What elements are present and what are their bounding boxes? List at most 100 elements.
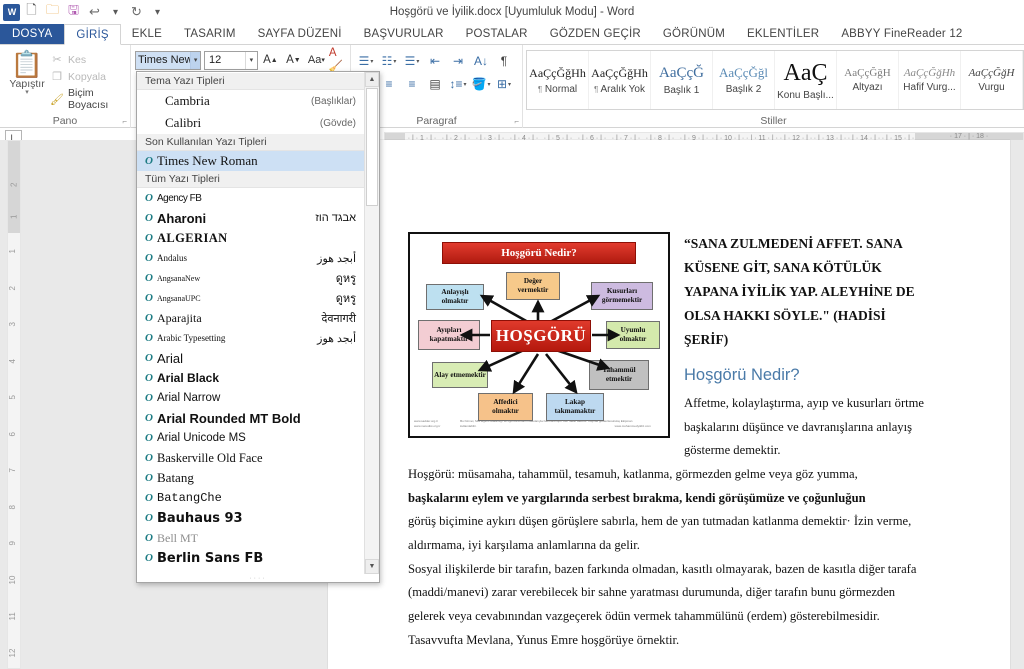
copy-button[interactable]: ❐ Kopyala: [50, 70, 130, 84]
tab-ekle[interactable]: EKLE: [121, 24, 173, 44]
justify-icon[interactable]: ▤: [424, 74, 446, 94]
clear-formatting-button[interactable]: A🧹: [329, 47, 350, 73]
tab-basvurular[interactable]: BAŞVURULAR: [353, 24, 455, 44]
undo-dropdown-icon[interactable]: ▾: [106, 3, 125, 22]
format-painter-label: Biçim Boyacısı: [68, 87, 109, 111]
opentype-icon: O: [145, 372, 153, 384]
numbering-icon[interactable]: ☷ ▾: [378, 51, 400, 71]
new-document-icon[interactable]: 🗋: [22, 2, 41, 22]
style-preview: AaÇçĞğl: [718, 65, 769, 80]
style-label: ¶ Normal: [538, 84, 577, 95]
style-baslik-1[interactable]: AaÇçĞ Başlık 1: [651, 51, 713, 109]
style-normal[interactable]: AaÇçĞğHh ¶ Normal: [527, 51, 589, 109]
scroll-down-icon[interactable]: ▼: [365, 559, 379, 574]
format-painter-button[interactable]: 🖌 Biçim Boyacısı: [50, 87, 130, 111]
font-item-arial-unicode-ms[interactable]: O Arial Unicode MS: [137, 428, 364, 448]
show-formatting-marks-icon[interactable]: ¶: [493, 51, 515, 71]
borders-icon[interactable]: ⊞ ▾: [493, 74, 515, 94]
style-preview: AaÇ: [783, 59, 828, 86]
font-list[interactable]: Tema Yazı Tipleri Cambria (Başlıklar) Calib…: [137, 72, 364, 574]
align-right-icon[interactable]: ≡: [401, 74, 423, 94]
redo-icon[interactable]: ↻: [127, 3, 146, 22]
scrollbar-thumb[interactable]: [366, 88, 378, 206]
font-list-scrollbar[interactable]: ▲ ▼: [364, 72, 379, 574]
vertical-ruler[interactable]: 211234567891011123: [7, 140, 21, 669]
resize-grip-icon[interactable]: ····: [137, 574, 379, 582]
font-item-bauhaus-93[interactable]: O Bauhaus 93: [137, 508, 364, 528]
font-item-berlin-sans-fb[interactable]: O Berlin Sans FB: [137, 548, 364, 568]
font-item-sample: देवनागरी: [321, 312, 356, 325]
tab-gozden-gecir[interactable]: GÖZDEN GEÇİR: [539, 24, 652, 44]
align-center-icon[interactable]: ≡: [378, 74, 400, 94]
tab-eklentiler[interactable]: EKLENTİLER: [736, 24, 830, 44]
font-item-arial-rounded-mt-bold[interactable]: O Arial Rounded MT Bold: [137, 408, 364, 428]
decrease-indent-icon[interactable]: ⇤: [424, 51, 446, 71]
change-case-button[interactable]: Aa ▾: [306, 50, 327, 70]
document-page[interactable]: Hoşgörü Nedir? HOŞGÖRÜ Değer vermektir A…: [328, 140, 1010, 669]
tab-sayfa-duzeni[interactable]: SAYFA DÜZENİ: [247, 24, 353, 44]
font-item-andalus[interactable]: O Andalus أبجد هوز: [137, 248, 364, 268]
font-item-angsanaupc[interactable]: O AngsanaUPC ดูหรู: [137, 288, 364, 308]
font-item-arabic-typesetting[interactable]: O Arabic Typesetting أبجد هوز: [137, 328, 364, 348]
undo-icon[interactable]: ↩: [85, 3, 104, 22]
clipboard-dialog-launcher-icon[interactable]: ⌐: [122, 117, 127, 126]
document-body[interactable]: Hoşgörü Nedir? HOŞGÖRÜ Değer vermektir A…: [408, 232, 932, 669]
font-item-theme-0[interactable]: Cambria (Başlıklar): [137, 90, 364, 112]
style-altyazi[interactable]: AaÇçĞğH Altyazı: [837, 51, 899, 109]
style-aralik-yok[interactable]: AaÇçĞğHh ¶ Aralık Yok: [589, 51, 651, 109]
tab-tasarim[interactable]: TASARIM: [173, 24, 247, 44]
style-vurgu[interactable]: AaÇçĞğH Vurgu: [961, 51, 1023, 109]
diagram-image-container[interactable]: Hoşgörü Nedir? HOŞGÖRÜ Değer vermektir A…: [408, 232, 670, 438]
line-spacing-icon[interactable]: ↕≡ ▾: [447, 74, 469, 94]
bullets-icon[interactable]: ☰ ▾: [355, 51, 377, 71]
font-name-dropdown-list[interactable]: Tema Yazı Tipleri Cambria (Başlıklar) Calib…: [136, 71, 380, 583]
font-item-algerian[interactable]: O ALGERIAN: [137, 228, 364, 248]
font-item-baskerville-old-face[interactable]: O Baskerville Old Face: [137, 448, 364, 468]
multilevel-list-icon[interactable]: ☰ ▾: [401, 51, 423, 71]
style-name: Başlık 1: [663, 84, 700, 96]
scroll-up-icon[interactable]: ▲: [365, 72, 379, 87]
font-dropdown-scroll-area: Tema Yazı Tipleri Cambria (Başlıklar) Calib…: [137, 72, 379, 574]
sort-icon[interactable]: A↓: [470, 51, 492, 71]
font-item-bell-mt[interactable]: O Bell MT: [137, 528, 364, 548]
font-name-combobox[interactable]: Times New R ▾: [134, 50, 201, 70]
shrink-font-button[interactable]: A ▼: [283, 50, 304, 70]
grow-font-button[interactable]: A ▲: [260, 50, 281, 70]
tab-dosya[interactable]: DOSYA: [0, 24, 65, 44]
font-item-angsananew[interactable]: O AngsanaNew ดูหรู: [137, 268, 364, 288]
font-size-value: 12: [208, 54, 222, 66]
font-item-arial-black[interactable]: O Arial Black: [137, 368, 364, 388]
font-item-theme-1[interactable]: Calibri (Gövde): [137, 112, 364, 134]
font-item-batangche[interactable]: O BatangChe: [137, 488, 364, 508]
style-konu-basligi[interactable]: AaÇ Konu Başlı...: [775, 51, 837, 109]
font-item-arial[interactable]: O Arial: [137, 348, 364, 368]
font-item-name: Andalus: [157, 253, 187, 263]
font-size-combobox[interactable]: 12 ▾: [203, 50, 258, 70]
tab-postalar[interactable]: POSTALAR: [455, 24, 539, 44]
copy-icon: ❐: [52, 71, 62, 83]
customize-qat-icon[interactable]: ▾: [148, 3, 167, 22]
font-item-agency-fb[interactable]: O Agency FB: [137, 188, 364, 208]
cut-button[interactable]: ✂ Kes: [50, 53, 130, 67]
font-item-batang[interactable]: O Batang: [137, 468, 364, 488]
open-folder-icon[interactable]: 🗀: [43, 2, 62, 22]
tab-abbyy-finereader[interactable]: ABBYY FineReader 12: [830, 24, 973, 44]
font-item-aharoni[interactable]: O Aharoni אבגד הוז: [137, 208, 364, 228]
style-hafif-vurgu[interactable]: AaÇçĞğHh Hafif Vurg...: [899, 51, 961, 109]
font-size-dropdown-icon[interactable]: ▾: [244, 51, 257, 69]
tab-giris[interactable]: GİRİŞ: [64, 24, 121, 45]
tab-gorunum[interactable]: GÖRÜNÜM: [652, 24, 736, 44]
font-item-arial-narrow[interactable]: O Arial Narrow: [137, 388, 364, 408]
font-item-name: Arial: [157, 350, 184, 366]
style-baslik-2[interactable]: AaÇçĞğl Başlık 2: [713, 51, 775, 109]
opentype-icon: O: [145, 332, 153, 344]
shading-icon[interactable]: 🪣 ▾: [470, 74, 492, 94]
opentype-icon: O: [145, 252, 153, 264]
paragraph-dialog-launcher-icon[interactable]: ⌐: [514, 117, 519, 126]
paste-dropdown-icon[interactable]: ▾: [25, 89, 29, 96]
font-item-recent-0[interactable]: O Times New Roman: [137, 151, 364, 171]
font-item-aparajita[interactable]: O Aparajita देवनागरी: [137, 308, 364, 328]
increase-indent-icon[interactable]: ⇥: [447, 51, 469, 71]
font-name-dropdown-icon[interactable]: ▾: [190, 51, 200, 69]
save-icon[interactable]: 🖫: [64, 2, 83, 22]
